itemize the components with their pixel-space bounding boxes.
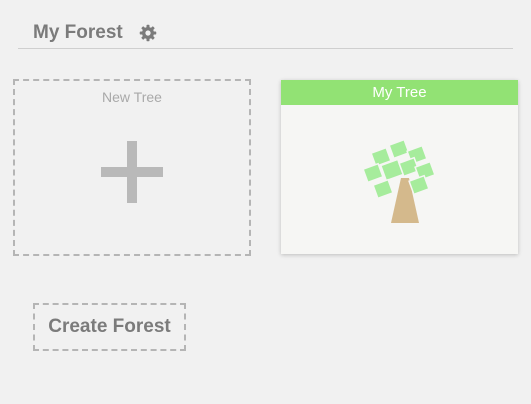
tree-card-my-tree[interactable]: My Tree bbox=[281, 80, 518, 254]
create-forest-button[interactable]: Create Forest bbox=[33, 303, 186, 351]
tree-icon bbox=[362, 138, 436, 223]
page-header: My Forest bbox=[18, 18, 513, 49]
plus-icon bbox=[101, 141, 163, 203]
new-tree-card[interactable]: New Tree bbox=[13, 79, 251, 256]
tree-card-title: My Tree bbox=[281, 80, 518, 105]
page-title: My Forest bbox=[33, 22, 123, 43]
new-tree-label: New Tree bbox=[102, 89, 162, 105]
gear-icon[interactable] bbox=[139, 24, 157, 42]
